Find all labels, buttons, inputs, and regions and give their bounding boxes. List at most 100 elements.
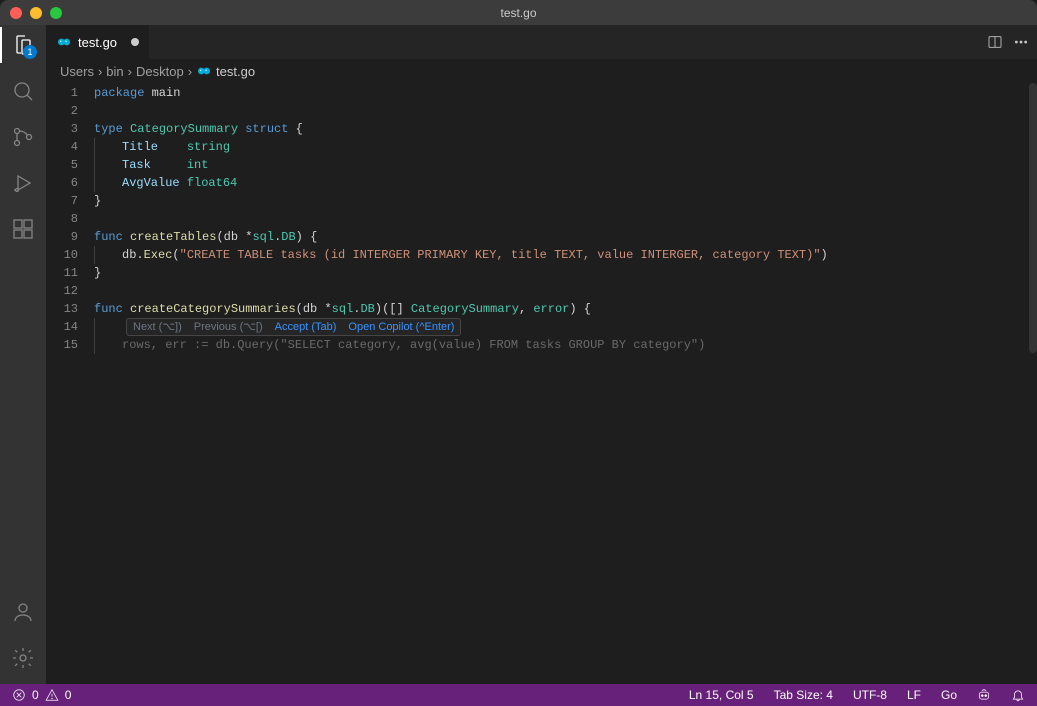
line-number: 8 (46, 210, 78, 228)
status-bar: 0 0 Ln 15, Col 5 Tab Size: 4 UTF-8 LF Go (0, 684, 1037, 706)
code-token: createCategorySummaries (130, 302, 296, 316)
settings-gear-icon[interactable] (11, 646, 35, 670)
code-token: func (94, 302, 130, 316)
code-token: DB (360, 302, 374, 316)
code-line[interactable] (94, 282, 1037, 300)
code-token: ( (172, 248, 179, 262)
window-maximize-button[interactable] (50, 7, 62, 19)
code-token: float64 (187, 176, 237, 190)
status-language-mode[interactable]: Go (937, 688, 961, 702)
code-line[interactable]: type CategorySummary struct { (94, 120, 1037, 138)
line-number: 11 (46, 264, 78, 282)
error-icon (12, 688, 26, 702)
crumb-bin[interactable]: bin (106, 64, 123, 79)
crumb-users[interactable]: Users (60, 64, 94, 79)
explorer-badge: 1 (23, 45, 37, 59)
code-token: ) { (569, 302, 591, 316)
code-line[interactable]: db.Exec("CREATE TABLE tasks (id INTERGER… (94, 246, 1037, 264)
copilot-open-button[interactable]: Open Copilot (^Enter) (348, 318, 454, 336)
code-line[interactable]: rows, err := db.Query("SELECT category, … (94, 336, 1037, 354)
explorer-icon[interactable]: 1 (11, 33, 35, 57)
code-token: "CREATE TABLE tasks (id INTERGER PRIMARY… (180, 248, 821, 262)
more-actions-icon[interactable] (1013, 34, 1029, 50)
code-token: createTables (130, 230, 216, 244)
activity-bar: 1 (0, 25, 46, 684)
code-token: AvgValue (122, 176, 187, 190)
code-line[interactable]: AvgValue float64 (94, 174, 1037, 192)
crumb-file[interactable]: test.go (196, 63, 255, 79)
code-token: ) { (296, 230, 318, 244)
code-line[interactable]: Next (⌥]) Previous (⌥[) Accept (Tab) Open C… (94, 318, 1037, 336)
status-cursor-position[interactable]: Ln 15, Col 5 (685, 688, 758, 702)
copilot-previous-button[interactable]: Previous (⌥[) (194, 318, 263, 336)
line-number: 10 (46, 246, 78, 264)
chevron-right-icon: › (98, 64, 102, 79)
copilot-inline-toolbar[interactable]: Next (⌥]) Previous (⌥[) Accept (Tab) Open C… (126, 318, 461, 336)
code-token: , (519, 302, 533, 316)
code-lines[interactable]: package main type CategorySummary struct … (94, 83, 1037, 684)
chevron-right-icon: › (188, 64, 192, 79)
code-token: (db * (296, 302, 332, 316)
editor-group: test.go Users › bin › Desktop › test.go (46, 25, 1037, 684)
window-minimize-button[interactable] (30, 7, 42, 19)
status-error-count: 0 (32, 688, 39, 702)
code-line[interactable]: package main (94, 84, 1037, 102)
window-title: test.go (0, 6, 1037, 20)
code-editor[interactable]: 123456789101112131415 package maintype C… (46, 83, 1037, 684)
code-token: Exec (144, 248, 173, 262)
code-token: sql (252, 230, 274, 244)
line-number-gutter: 123456789101112131415 (46, 83, 94, 684)
code-token: DB (281, 230, 295, 244)
bell-icon (1011, 688, 1025, 702)
code-token: (db * (216, 230, 252, 244)
code-token: ) (821, 248, 828, 262)
accounts-icon[interactable] (11, 600, 35, 624)
code-line[interactable] (94, 210, 1037, 228)
go-file-icon (196, 63, 212, 79)
copilot-accept-button[interactable]: Accept (Tab) (275, 318, 337, 336)
code-token: struct (245, 122, 295, 136)
code-token: CategorySummary (130, 122, 245, 136)
line-number: 14 (46, 318, 78, 336)
go-file-icon (56, 34, 72, 50)
status-warning-count: 0 (65, 688, 72, 702)
code-token: } (94, 266, 101, 280)
extensions-icon[interactable] (11, 217, 35, 241)
status-problems[interactable]: 0 0 (8, 688, 75, 702)
code-line[interactable]: Task int (94, 156, 1037, 174)
line-number: 13 (46, 300, 78, 318)
window-close-button[interactable] (10, 7, 22, 19)
code-token: CategorySummary (411, 302, 519, 316)
warning-icon (45, 688, 59, 702)
code-line[interactable]: } (94, 264, 1037, 282)
code-token: db. (122, 248, 144, 262)
code-token: { (296, 122, 303, 136)
code-line[interactable]: } (94, 192, 1037, 210)
status-copilot-icon[interactable] (973, 688, 995, 702)
code-line[interactable] (94, 102, 1037, 120)
line-number: 12 (46, 282, 78, 300)
search-icon[interactable] (11, 79, 35, 103)
run-debug-icon[interactable] (11, 171, 35, 195)
titlebar: test.go (0, 0, 1037, 25)
code-token: )([] (375, 302, 411, 316)
code-line[interactable]: Title string (94, 138, 1037, 156)
split-editor-icon[interactable] (987, 34, 1003, 50)
crumb-desktop[interactable]: Desktop (136, 64, 184, 79)
status-eol[interactable]: LF (903, 688, 925, 702)
code-line[interactable]: func createTables(db *sql.DB) { (94, 228, 1037, 246)
code-token: package (94, 86, 152, 100)
tab-test-go[interactable]: test.go (46, 25, 150, 59)
copilot-next-button[interactable]: Next (⌥]) (133, 318, 182, 336)
line-number: 3 (46, 120, 78, 138)
breadcrumb[interactable]: Users › bin › Desktop › test.go (46, 59, 1037, 83)
code-token: rows, err := db.Query("SELECT category, … (122, 338, 705, 352)
code-line[interactable]: func createCategorySummaries(db *sql.DB)… (94, 300, 1037, 318)
status-tab-size[interactable]: Tab Size: 4 (770, 688, 837, 702)
source-control-icon[interactable] (11, 125, 35, 149)
line-number: 9 (46, 228, 78, 246)
status-encoding[interactable]: UTF-8 (849, 688, 891, 702)
status-notifications-icon[interactable] (1007, 688, 1029, 702)
line-number: 4 (46, 138, 78, 156)
code-token: error (533, 302, 569, 316)
